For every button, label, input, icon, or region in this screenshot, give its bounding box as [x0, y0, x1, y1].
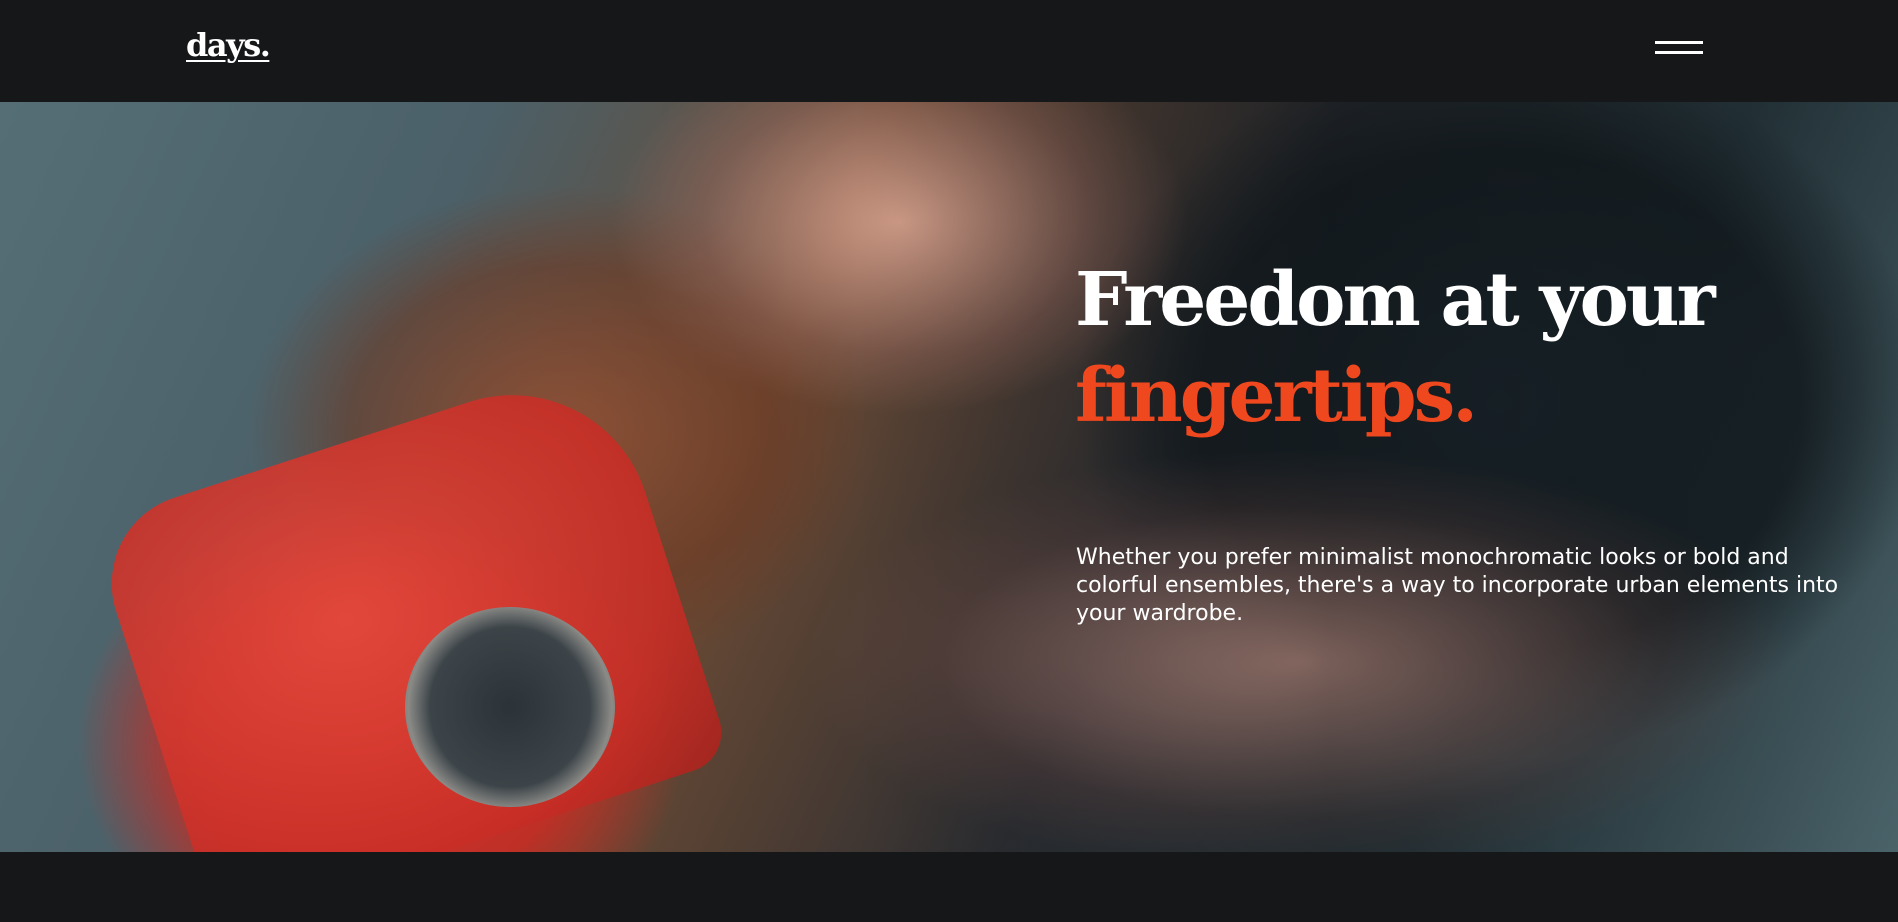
- hero-title-line1: Freedom at your: [1075, 257, 1716, 343]
- hero-title: Freedom at your fingertips.: [1075, 252, 1716, 444]
- site-header: days.: [0, 0, 1898, 102]
- hero-image-overlay: [0, 102, 1898, 852]
- hamburger-bar-top: [1655, 41, 1703, 44]
- footer-strip: [0, 852, 1898, 922]
- menu-button[interactable]: [1650, 36, 1704, 62]
- hamburger-bar-bottom: [1655, 51, 1703, 54]
- logo-link[interactable]: days.: [186, 26, 271, 64]
- hero-section: Freedom at your fingertips. Whether you …: [0, 102, 1898, 852]
- hero-title-line2: fingertips.: [1075, 353, 1478, 439]
- hero-description: Whether you prefer minimalist monochroma…: [1076, 545, 1839, 626]
